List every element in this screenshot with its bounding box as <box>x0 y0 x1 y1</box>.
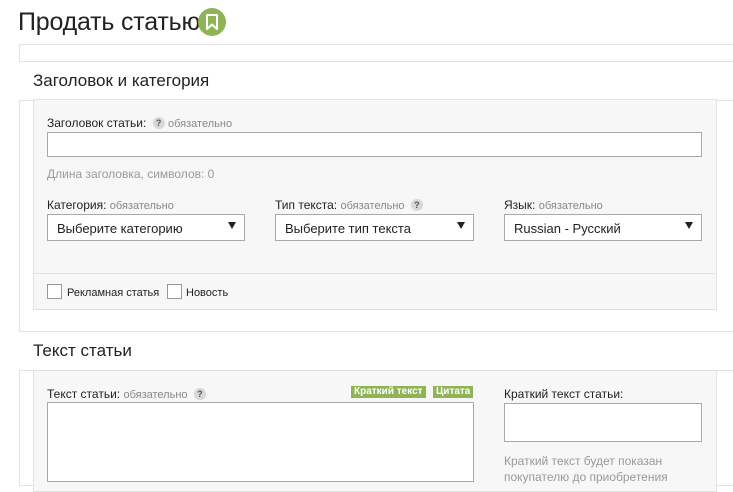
hint-line: Краткий текст будет показан <box>504 454 663 468</box>
help-icon[interactable]: ? <box>410 199 423 211</box>
required-note: обязательно <box>109 200 174 212</box>
text-type-select[interactable]: Выберите тип текста <box>275 214 474 241</box>
bookmark-icon <box>198 8 226 36</box>
section-title: Заголовок и категория <box>33 71 210 90</box>
required-note: обязательно <box>168 118 233 130</box>
label-text: Язык: <box>504 198 536 212</box>
category-label: Категория: обязательно <box>47 198 174 212</box>
text-type-label: Тип текста: обязательно ? <box>275 198 423 212</box>
label-text: Категория: <box>47 198 107 212</box>
news-label: Новость <box>186 287 229 299</box>
title-length-hint: Длина заголовка, символов: 0 <box>47 167 215 181</box>
quote-tag-button[interactable]: Цитата <box>433 386 474 398</box>
section-header-text: Текст статьи <box>19 331 733 371</box>
required-note: обязательно <box>538 200 603 212</box>
dropdown-arrow-icon <box>457 222 465 229</box>
short-text-tag-button[interactable]: Краткий текст <box>351 386 426 398</box>
article-title-label: Заголовок статьи: ? обязательно <box>47 116 232 130</box>
page-title: Продать статью <box>18 8 201 36</box>
short-text-hint: Краткий текст будет показан покупателю д… <box>504 453 668 485</box>
required-note: обязательно <box>340 200 405 212</box>
label-text: Заголовок статьи: <box>47 116 147 130</box>
category-select[interactable]: Выберите категорию <box>47 214 245 241</box>
dropdown-arrow-icon <box>685 222 693 229</box>
label-text: Текст статьи: <box>47 387 121 401</box>
label-text: Тип текста: <box>275 198 338 212</box>
short-text-label: Краткий текст статьи: <box>504 387 624 401</box>
dropdown-arrow-icon <box>228 222 236 229</box>
required-note: обязательно <box>123 389 188 401</box>
article-title-input[interactable] <box>47 132 702 157</box>
language-select[interactable]: Russian - Русский <box>504 214 702 241</box>
help-icon[interactable]: ? <box>152 117 165 129</box>
advertising-article-label: Рекламная статья <box>67 287 160 299</box>
help-icon[interactable]: ? <box>193 388 206 400</box>
hint-line: покупателю до приобретения <box>504 470 668 484</box>
advertising-article-checkbox[interactable] <box>47 284 62 299</box>
section-title: Текст статьи <box>33 341 132 360</box>
article-text-label: Текст статьи: обязательно ? <box>47 387 206 401</box>
article-text-input[interactable] <box>47 402 474 482</box>
short-text-input[interactable] <box>504 403 702 442</box>
news-checkbox[interactable] <box>167 284 182 299</box>
divider <box>34 273 715 274</box>
selected-value: Russian - Русский <box>514 221 621 236</box>
section-header-title-category: Заголовок и категория <box>19 61 733 101</box>
selected-value: Выберите категорию <box>57 221 183 236</box>
selected-value: Выберите тип текста <box>285 221 411 236</box>
language-label: Язык: обязательно <box>504 198 603 212</box>
